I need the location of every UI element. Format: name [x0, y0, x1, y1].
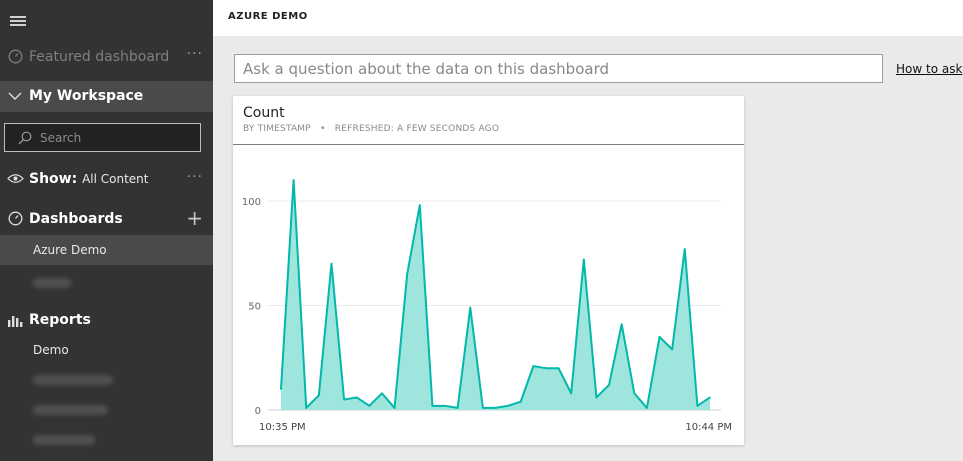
chart-tile[interactable]: Count BY TIMESTAMP • REFRESHED: A FEW SE…: [233, 96, 744, 445]
data-point: [418, 204, 421, 206]
blurred-item: [33, 435, 95, 445]
sidebar-item-label: Demo: [33, 343, 69, 357]
area-chart: 0 50 100 10:35 PM 10:44 PM: [242, 179, 732, 433]
data-point: [431, 405, 434, 407]
qa-box[interactable]: [234, 54, 883, 83]
chevron-down-icon: [8, 92, 22, 100]
dashboards-section[interactable]: Dashboards +: [0, 206, 213, 232]
more-options-icon[interactable]: ···: [187, 46, 203, 62]
meta-separator: •: [320, 124, 326, 134]
page-title: AZURE DEMO: [228, 11, 308, 22]
data-point: [381, 392, 383, 395]
eye-icon: [7, 174, 24, 183]
data-point: [570, 392, 573, 395]
gauge-icon: [8, 211, 23, 226]
featured-dashboard-item[interactable]: Featured dashboard ···: [0, 44, 213, 70]
data-point: [583, 258, 585, 261]
data-point: [368, 405, 371, 407]
blurred-item: [33, 405, 108, 415]
data-point: [671, 348, 673, 351]
data-point: [658, 336, 661, 338]
how-to-ask-link[interactable]: How to ask: [896, 62, 962, 76]
tile-meta: BY TIMESTAMP • REFRESHED: A FEW SECONDS …: [243, 124, 499, 134]
add-dashboard-icon[interactable]: +: [186, 206, 203, 230]
data-point: [595, 396, 598, 399]
hamburger-menu-icon[interactable]: [10, 16, 26, 28]
data-point: [633, 392, 636, 395]
data-point: [683, 248, 686, 250]
show-filter-item[interactable]: Show: All Content ···: [0, 167, 213, 193]
data-point: [557, 367, 560, 369]
data-point: [482, 407, 484, 409]
data-point: [280, 388, 282, 390]
data-point: [545, 367, 547, 369]
blurred-item: [33, 375, 113, 385]
blurred-item: [33, 278, 71, 288]
top-bar: AZURE DEMO: [213, 0, 963, 36]
x-tick-label: 10:35 PM: [259, 422, 306, 433]
data-point: [469, 306, 472, 309]
search-input[interactable]: Search: [40, 131, 81, 145]
data-point: [519, 400, 522, 403]
sidebar-item-demo[interactable]: Demo: [0, 341, 213, 361]
featured-dashboard-label: Featured dashboard: [29, 49, 170, 65]
y-tick-label: 50: [248, 302, 261, 313]
show-value[interactable]: All Content: [82, 172, 148, 186]
qa-input[interactable]: [235, 55, 863, 82]
tile-subtitle: BY TIMESTAMP: [243, 124, 311, 134]
main-area: AZURE DEMO How to ask Count BY TIMESTAMP…: [213, 0, 963, 461]
data-point: [330, 262, 333, 265]
data-point: [343, 398, 345, 401]
area-fill: [281, 180, 710, 410]
my-workspace-label: My Workspace: [29, 88, 144, 104]
data-point: [406, 273, 408, 275]
data-point: [292, 179, 295, 181]
data-point: [620, 323, 623, 326]
data-point: [456, 407, 459, 409]
show-label: Show:: [29, 171, 78, 187]
sidebar-item-label: Azure Demo: [33, 243, 107, 257]
dashboards-label: Dashboards: [29, 211, 123, 227]
gauge-icon: [8, 49, 23, 64]
y-tick-label: 0: [255, 406, 261, 417]
bar-chart-icon: [8, 316, 23, 327]
data-point: [494, 407, 497, 409]
sidebar: Featured dashboard ··· My Workspace Sear…: [0, 0, 213, 461]
more-options-icon[interactable]: ···: [187, 169, 203, 185]
data-point: [355, 396, 358, 399]
tile-title: Count: [243, 105, 285, 121]
search-icon: [18, 131, 32, 145]
x-tick-label: 10:44 PM: [685, 422, 732, 433]
data-point: [444, 405, 446, 407]
series-line: [280, 179, 711, 409]
my-workspace-item[interactable]: My Workspace: [0, 81, 213, 112]
data-point: [305, 407, 308, 409]
data-point: [608, 384, 610, 386]
data-point: [507, 405, 509, 407]
sidebar-item-azure-demo[interactable]: Azure Demo: [0, 235, 213, 265]
data-point: [709, 396, 711, 399]
reports-label: Reports: [29, 312, 91, 328]
data-point: [696, 405, 699, 407]
tile-refreshed: REFRESHED: A FEW SECONDS AGO: [334, 124, 500, 134]
reports-section[interactable]: Reports: [0, 308, 213, 334]
data-point: [393, 407, 396, 409]
data-point: [646, 407, 648, 409]
data-point: [532, 365, 535, 367]
search-box[interactable]: Search: [4, 123, 201, 152]
data-point: [318, 394, 320, 397]
y-tick-label: 100: [242, 197, 261, 208]
